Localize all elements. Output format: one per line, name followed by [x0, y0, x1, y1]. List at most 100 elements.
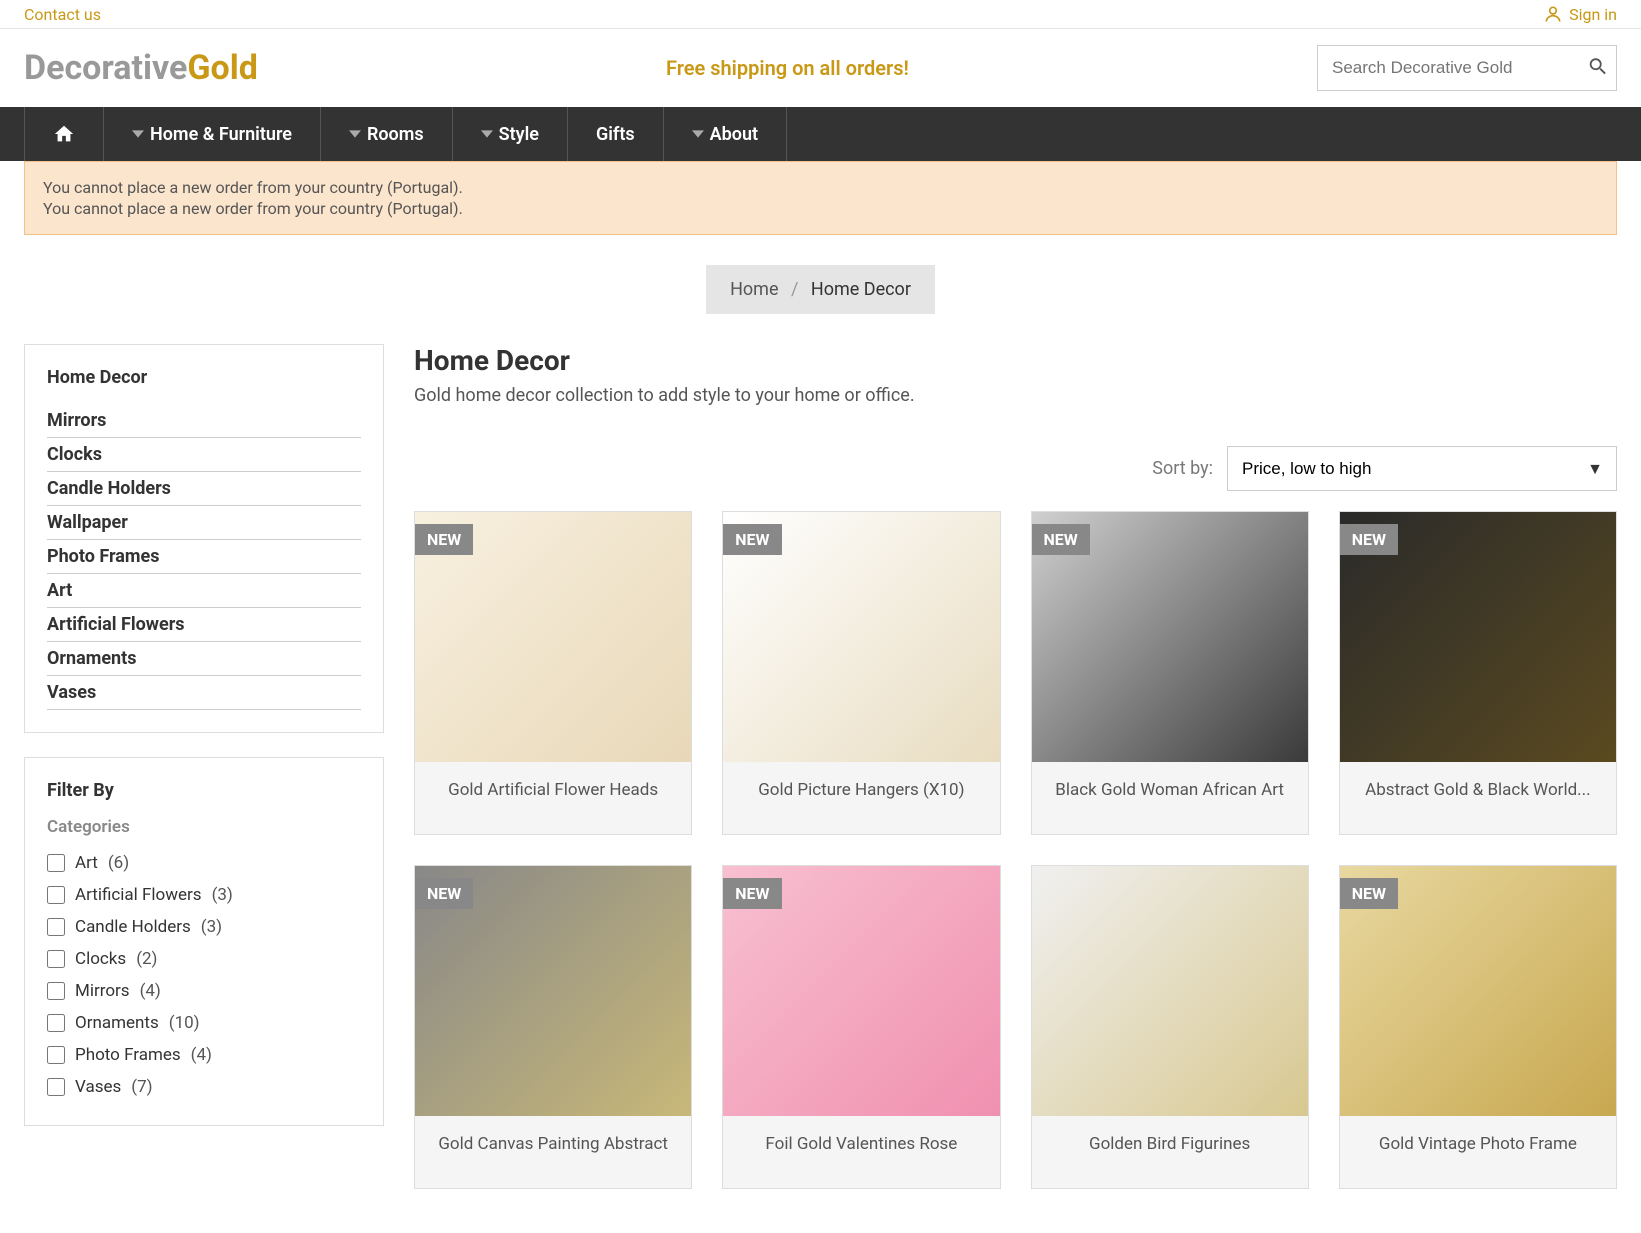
filter-label[interactable]: Photo Frames	[75, 1045, 181, 1065]
category-item: Art	[47, 574, 361, 608]
filter-checkbox[interactable]	[47, 886, 65, 904]
breadcrumb: Home / Home Decor	[706, 265, 935, 314]
category-link[interactable]: Art	[47, 580, 72, 601]
filter-label[interactable]: Vases	[75, 1077, 121, 1097]
search-icon	[1587, 56, 1609, 78]
filter-label[interactable]: Mirrors	[75, 981, 130, 1001]
filter-checkbox[interactable]	[47, 1078, 65, 1096]
product-image: NEW	[1340, 512, 1616, 762]
main-nav: Home & Furniture Rooms Style Gifts About	[0, 107, 1641, 161]
breadcrumb-sep: /	[791, 279, 798, 300]
nav-home[interactable]	[24, 107, 104, 161]
product-title: Gold Canvas Painting Abstract	[415, 1116, 691, 1188]
signin-link[interactable]: Sign in	[1543, 4, 1617, 24]
logo-part2: Gold	[187, 48, 258, 88]
contact-link[interactable]: Contact us	[24, 5, 101, 24]
filter-count: (4)	[191, 1045, 212, 1065]
filter-subtitle: Categories	[47, 817, 361, 837]
filter-label[interactable]: Ornaments	[75, 1013, 159, 1033]
product-title: Black Gold Woman African Art	[1032, 762, 1308, 834]
filter-count: (7)	[131, 1077, 152, 1097]
filter-checkbox[interactable]	[47, 918, 65, 936]
product-title: Gold Picture Hangers (X10)	[723, 762, 999, 834]
breadcrumb-home[interactable]: Home	[730, 279, 778, 300]
filter-count: (3)	[212, 885, 233, 905]
nav-style[interactable]: Style	[453, 107, 568, 161]
filter-item: Mirrors (4)	[47, 975, 361, 1007]
product-image: NEW	[415, 512, 691, 762]
nav-rooms[interactable]: Rooms	[321, 107, 453, 161]
filter-checkbox[interactable]	[47, 1046, 65, 1064]
category-item: Candle Holders	[47, 472, 361, 506]
search-button[interactable]	[1587, 56, 1609, 81]
filter-count: (4)	[140, 981, 161, 1001]
filter-checkbox[interactable]	[47, 950, 65, 968]
nav-about[interactable]: About	[664, 107, 787, 161]
filter-checkbox[interactable]	[47, 982, 65, 1000]
product-image: NEW	[415, 866, 691, 1116]
nav-home-furniture[interactable]: Home & Furniture	[104, 107, 321, 161]
new-badge: NEW	[1340, 878, 1398, 909]
category-link[interactable]: Clocks	[47, 444, 102, 465]
category-link[interactable]: Photo Frames	[47, 546, 159, 567]
page-title: Home Decor	[414, 344, 1617, 377]
category-link[interactable]: Ornaments	[47, 648, 136, 669]
product-card[interactable]: NEWGold Picture Hangers (X10)	[722, 511, 1000, 835]
category-link[interactable]: Vases	[47, 682, 96, 703]
product-card[interactable]: NEW Foil Gold Valentines Rose	[722, 865, 1000, 1189]
product-card[interactable]: NEW Black Gold Woman African Art	[1031, 511, 1309, 835]
product-title: Golden Bird Figurines	[1032, 1116, 1308, 1188]
category-link[interactable]: Wallpaper	[47, 512, 128, 533]
alert-line: You cannot place a new order from your c…	[43, 178, 1598, 197]
filter-label[interactable]: Artificial Flowers	[75, 885, 202, 905]
filter-count: (2)	[136, 949, 157, 969]
product-card[interactable]: NEW Gold Vintage Photo Frame	[1339, 865, 1617, 1189]
product-title: Abstract Gold & Black World...	[1340, 762, 1616, 834]
category-link[interactable]: Candle Holders	[47, 478, 171, 499]
product-card[interactable]: Golden Bird Figurines	[1031, 865, 1309, 1189]
category-item: Vases	[47, 676, 361, 710]
filter-checkbox[interactable]	[47, 1014, 65, 1032]
user-icon	[1543, 4, 1563, 24]
filter-title: Filter By	[47, 780, 361, 801]
filter-box: Filter By Categories Art (6)Artificial F…	[24, 757, 384, 1126]
product-card[interactable]: NEWGold Artificial Flower Heads	[414, 511, 692, 835]
alert-box: You cannot place a new order from your c…	[24, 161, 1617, 235]
filter-label[interactable]: Art	[75, 853, 98, 873]
signin-label: Sign in	[1569, 5, 1617, 24]
product-card[interactable]: NEW Abstract Gold & Black World...	[1339, 511, 1617, 835]
new-badge: NEW	[415, 524, 473, 555]
filter-count: (10)	[169, 1013, 200, 1033]
search-input[interactable]	[1317, 45, 1617, 91]
category-link[interactable]: Mirrors	[47, 410, 106, 431]
category-item: Photo Frames	[47, 540, 361, 574]
product-image: NEW	[723, 866, 999, 1116]
new-badge: NEW	[1032, 524, 1090, 555]
category-item: Ornaments	[47, 642, 361, 676]
category-link[interactable]: Artificial Flowers	[47, 614, 185, 635]
alert-line: You cannot place a new order from your c…	[43, 199, 1598, 218]
product-card[interactable]: NEWGold Canvas Painting Abstract	[414, 865, 692, 1189]
logo-part1: Decorative	[24, 48, 187, 88]
product-image: NEW	[723, 512, 999, 762]
product-title: Foil Gold Valentines Rose	[723, 1116, 999, 1188]
page-description: Gold home decor collection to add style …	[414, 385, 1617, 406]
product-title: Gold Vintage Photo Frame	[1340, 1116, 1616, 1188]
category-box: Home Decor MirrorsClocksCandle HoldersWa…	[24, 344, 384, 733]
new-badge: NEW	[1340, 524, 1398, 555]
filter-item: Photo Frames (4)	[47, 1039, 361, 1071]
filter-item: Candle Holders (3)	[47, 911, 361, 943]
category-item: Clocks	[47, 438, 361, 472]
filter-count: (3)	[201, 917, 222, 937]
filter-item: Vases (7)	[47, 1071, 361, 1103]
sort-select[interactable]: Price, low to high	[1227, 446, 1617, 491]
filter-item: Artificial Flowers (3)	[47, 879, 361, 911]
filter-label[interactable]: Candle Holders	[75, 917, 191, 937]
chevron-down-icon	[692, 128, 704, 140]
free-shipping-banner: Free shipping on all orders!	[666, 56, 909, 80]
filter-label[interactable]: Clocks	[75, 949, 126, 969]
site-logo[interactable]: DecorativeGold	[24, 48, 258, 88]
filter-checkbox[interactable]	[47, 854, 65, 872]
nav-gifts[interactable]: Gifts	[568, 107, 664, 161]
new-badge: NEW	[723, 878, 781, 909]
